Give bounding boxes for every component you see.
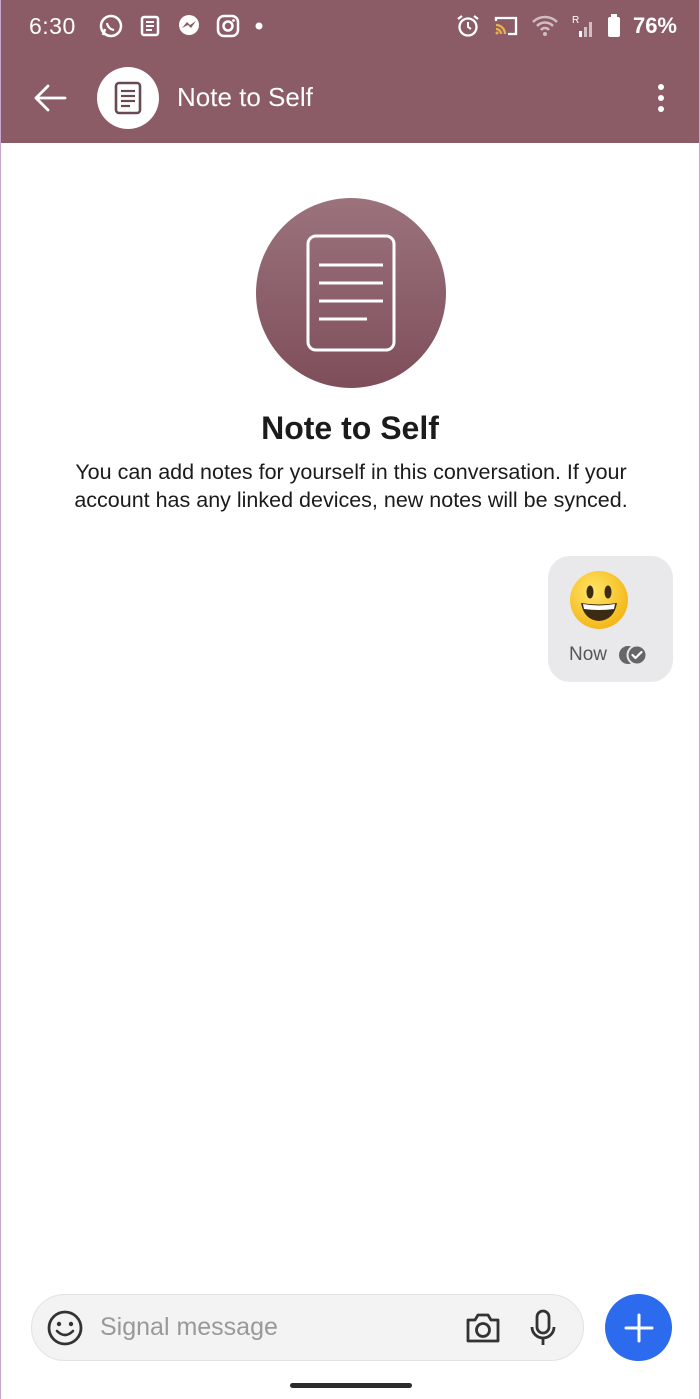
microphone-icon: [530, 1309, 556, 1345]
smiley-icon: [47, 1310, 83, 1345]
more-vertical-icon: [658, 83, 664, 112]
status-bar: 6:30 R 76%: [1, 0, 699, 52]
signal-icon: R: [571, 13, 595, 39]
arrow-left-icon: [34, 84, 67, 111]
intro-title: Note to Self: [261, 410, 439, 446]
camera-button[interactable]: [457, 1302, 509, 1354]
intro-description: You can add notes for yourself in this c…: [74, 460, 628, 512]
battery-icon: [607, 14, 621, 38]
delivered-check-icon: [619, 644, 648, 666]
plus-icon: [624, 1313, 653, 1342]
note-icon: [306, 234, 396, 352]
whatsapp-icon: [98, 13, 124, 39]
system-icons: R 76%: [455, 13, 677, 39]
camera-icon: [466, 1313, 500, 1342]
message-bubble[interactable]: Now: [548, 556, 673, 682]
message-composer: [31, 1294, 584, 1361]
profile-avatar: [256, 198, 446, 388]
smiley-emoji: [570, 571, 628, 629]
toolbar: Note to Self: [1, 52, 699, 143]
overflow-menu-button[interactable]: [641, 68, 681, 128]
alarm-icon: [455, 13, 481, 39]
home-indicator[interactable]: [290, 1383, 412, 1388]
toolbar-avatar[interactable]: [97, 66, 159, 129]
notification-icons: [98, 13, 264, 39]
instagram-icon: [216, 14, 240, 38]
cast-icon: [493, 15, 519, 37]
microphone-button[interactable]: [517, 1302, 569, 1354]
emoji-button[interactable]: [34, 1297, 96, 1359]
message-input[interactable]: [100, 1302, 457, 1353]
message-meta: Now: [569, 644, 649, 666]
status-time: 6:30: [29, 12, 76, 39]
dot-icon: [254, 21, 264, 31]
conversation-title[interactable]: Note to Self: [177, 82, 313, 113]
attach-button[interactable]: [605, 1294, 672, 1361]
messenger-icon: [176, 13, 202, 39]
svg-text:R: R: [572, 15, 579, 26]
battery-percent: 76%: [632, 13, 677, 38]
news-icon: [138, 14, 162, 38]
note-icon: [114, 81, 142, 114]
wifi-icon: [531, 15, 559, 37]
app-bar: 6:30 R 76% Note to Self: [1, 0, 699, 143]
message-time: Now: [569, 644, 608, 665]
back-button[interactable]: [15, 63, 85, 133]
